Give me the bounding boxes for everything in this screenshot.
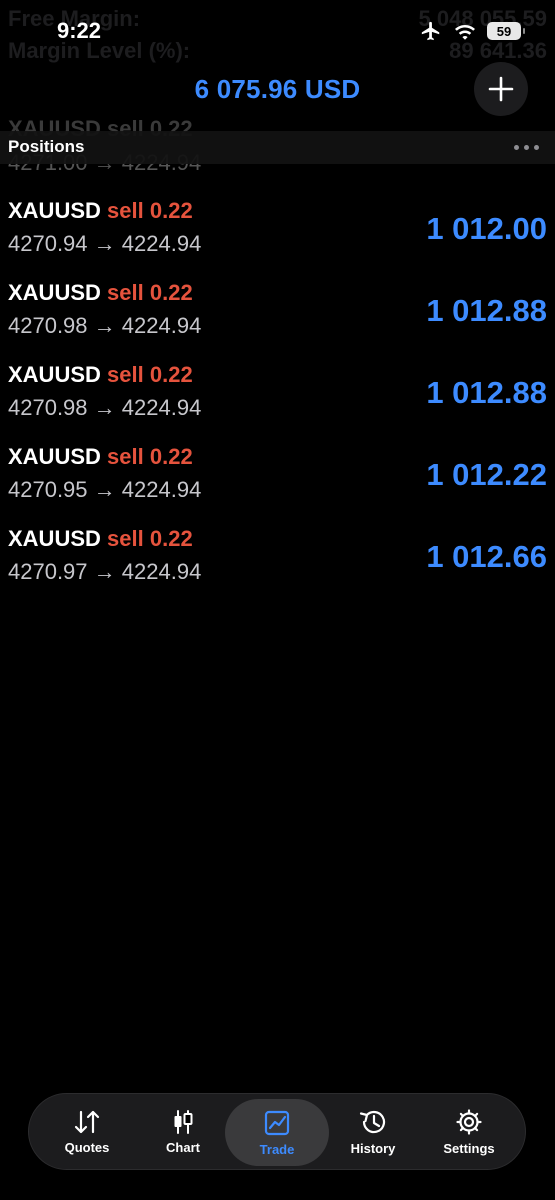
price-arrow-icon: → — [93, 395, 116, 420]
position-symbol: XAUUSD — [8, 280, 101, 305]
position-volume: 0.22 — [149, 526, 193, 551]
status-icons: 59 — [419, 20, 525, 42]
position-open-price: 4270.95 — [8, 477, 88, 502]
tab-settings-label: Settings — [443, 1140, 495, 1156]
position-row[interactable]: XAUUSD sell 0.22 4270.94 → 4224.94 1 012.0… — [0, 195, 555, 277]
position-open-price: 4270.98 — [8, 313, 88, 338]
position-open-price: 4270.94 — [8, 231, 88, 256]
account-balance: 6 075.96 USD — [194, 74, 361, 104]
position-profit: 1 012.88 — [426, 375, 547, 410]
position-current-price: 4224.94 — [121, 231, 202, 256]
position-profit: 1 012.88 — [426, 293, 547, 328]
position-symbol: XAUUSD — [8, 362, 101, 387]
price-arrow-icon: → — [93, 313, 116, 338]
tab-settings[interactable]: Settings — [421, 1094, 517, 1169]
position-volume: 0.22 — [149, 198, 193, 223]
position-title: XAUUSD sell 0.22 — [8, 444, 193, 470]
battery-icon: 59 — [487, 22, 525, 40]
price-arrow-icon: → — [93, 231, 116, 256]
tab-chart-label: Chart — [166, 1139, 200, 1155]
position-current-price: 4224.94 — [121, 559, 202, 584]
history-clock-icon — [359, 1110, 386, 1133]
position-prices: 4270.98 → 4224.94 — [8, 395, 201, 421]
position-row[interactable]: XAUUSD sell 0.22 4270.95 → 4224.94 1 012.2… — [0, 441, 555, 523]
position-side: sell — [107, 444, 144, 469]
price-arrow-icon: → — [93, 477, 116, 502]
position-title: XAUUSD sell 0.22 — [8, 362, 193, 388]
position-current-price: 4224.94 — [121, 477, 202, 502]
tab-history-label: History — [350, 1140, 396, 1156]
more-options-icon[interactable] — [514, 145, 539, 150]
position-title: XAUUSD sell 0.22 — [8, 198, 193, 224]
position-side: sell — [107, 362, 144, 387]
quotes-arrows-icon — [74, 1110, 100, 1133]
price-arrow-icon: → — [93, 559, 116, 584]
position-symbol: XAUUSD — [8, 198, 101, 223]
battery-level: 59 — [496, 23, 512, 39]
tab-quotes-label: Quotes — [64, 1139, 110, 1155]
position-title: XAUUSD sell 0.22 — [8, 280, 193, 306]
status-bar: 9:22 59 — [0, 0, 555, 62]
position-row[interactable]: XAUUSD sell 0.22 4270.98 → 4224.94 1 012.8… — [0, 359, 555, 441]
position-volume: 0.22 — [149, 444, 193, 469]
position-side: sell — [107, 198, 144, 223]
gear-icon — [456, 1108, 482, 1135]
candlestick-icon — [174, 1109, 193, 1134]
airplane-icon — [421, 21, 440, 41]
position-profit: 1 012.22 — [426, 457, 547, 492]
position-title: XAUUSD sell 0.22 — [8, 526, 193, 552]
position-side: sell — [107, 280, 144, 305]
position-open-price: 4270.97 — [8, 559, 88, 584]
position-profit: 1 012.00 — [426, 211, 547, 246]
position-row[interactable]: XAUUSD sell 0.22 4270.98 → 4224.94 1 012.8… — [0, 277, 555, 359]
positions-section-header: Positions — [0, 131, 555, 164]
plus-icon — [488, 76, 514, 102]
position-current-price: 4224.94 — [121, 395, 202, 420]
position-symbol: XAUUSD — [8, 526, 101, 551]
position-symbol: XAUUSD — [8, 444, 101, 469]
positions-list: XAUUSD sell 0.22 4270.94 → 4224.94 1 012.0… — [0, 195, 555, 605]
position-prices: 4270.94 → 4224.94 — [8, 231, 201, 257]
positions-title: Positions — [8, 137, 85, 156]
tab-trade[interactable]: Trade — [225, 1099, 329, 1166]
position-side: sell — [107, 526, 144, 551]
trade-chart-icon — [264, 1110, 290, 1135]
position-row[interactable]: XAUUSD sell 0.22 4270.97 → 4224.94 1 012.6… — [0, 523, 555, 605]
position-volume: 0.22 — [149, 362, 193, 387]
wifi-icon — [455, 25, 475, 40]
tab-quotes[interactable]: Quotes — [39, 1094, 135, 1169]
tab-history[interactable]: History — [325, 1094, 421, 1169]
position-profit: 1 012.66 — [426, 539, 547, 574]
add-order-button[interactable] — [474, 62, 528, 116]
position-volume: 0.22 — [149, 280, 193, 305]
tab-bar: Quotes Chart Trade History Settings — [28, 1093, 526, 1170]
position-prices: 4270.97 → 4224.94 — [8, 559, 201, 585]
position-current-price: 4224.94 — [121, 313, 202, 338]
tab-chart[interactable]: Chart — [135, 1094, 231, 1169]
tab-trade-label: Trade — [259, 1141, 295, 1157]
position-prices: 4270.95 → 4224.94 — [8, 477, 201, 503]
position-open-price: 4270.98 — [8, 395, 88, 420]
status-time: 9:22 — [57, 18, 102, 43]
position-prices: 4270.98 → 4224.94 — [8, 313, 201, 339]
